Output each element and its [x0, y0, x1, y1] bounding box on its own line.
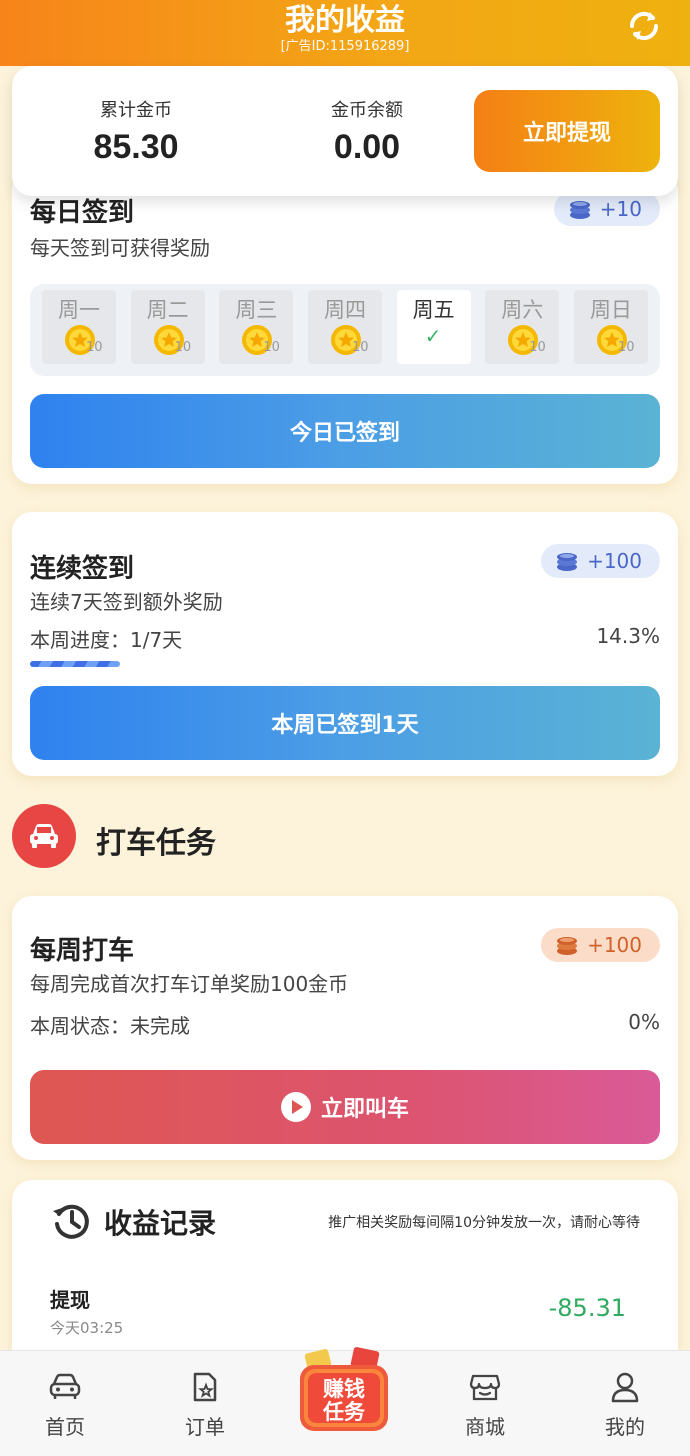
daily-reward-badge: +10 — [553, 192, 660, 226]
ad-id-label: [广告ID:115916289] — [280, 39, 410, 54]
continuous-sign-title: 连续签到 — [30, 554, 135, 584]
call-taxi-button[interactable]: 立即叫车 — [30, 1070, 660, 1144]
weekly-progress-percent: 14.3% — [596, 624, 660, 648]
coins-icon — [569, 201, 590, 219]
day-cell-tue[interactable]: 周二 10 — [130, 290, 205, 364]
records-title: 收益记录 — [104, 1207, 217, 1240]
day-cell-sat[interactable]: 周六 10 — [485, 290, 560, 364]
weekly-taxi-title: 每周打车 — [30, 936, 135, 966]
record-time: 今天03:25 — [50, 1319, 124, 1337]
weekly-taxi-card: 每周打车 每周完成首次打车订单奖励100金币 +100 本周状态：未完成 0% … — [12, 896, 678, 1160]
daily-sign-subtitle: 每天签到可获得奖励 — [30, 236, 210, 260]
play-icon — [280, 1092, 311, 1122]
weekly-progress-fill — [30, 661, 121, 667]
weekly-taxi-percent: 0% — [628, 1010, 660, 1034]
withdraw-button[interactable]: 立即提现 — [474, 90, 660, 172]
coin-balance-label: 金币余额 — [331, 100, 403, 121]
record-item: 提现 今天03:25 — [50, 1284, 123, 1338]
history-icon — [53, 1204, 89, 1239]
day-reward: 10 — [617, 340, 635, 355]
nav-orders-label: 订单 — [185, 1415, 225, 1439]
balance-card: 累计金币 85.30 金币余额 0.00 立即提现 — [12, 66, 678, 196]
continuous-reward-badge: +100 — [541, 544, 660, 578]
day-reward: 10 — [174, 340, 192, 355]
total-coins-stat: 累计金币 85.30 — [36, 96, 236, 167]
earn-tasks-badge-icon: 赚钱 任务 — [300, 1347, 388, 1431]
day-cell-wed[interactable]: 周三 10 — [219, 290, 294, 364]
weekly-taxi-status: 本周状态：未完成 — [30, 1014, 190, 1038]
daily-sign-card: 每日签到 每天签到可获得奖励 +10 周一 10 周二 10 周三 10 周四 — [12, 170, 678, 484]
signed-today-button[interactable]: 今日已签到 — [30, 394, 660, 468]
day-name: 周六 — [501, 298, 544, 322]
continuous-sign-card: 连续签到 连续7天签到额外奖励 +100 本周进度：1/7天 14.3% 本周已… — [12, 512, 678, 776]
page-title: 我的收益 — [285, 3, 405, 38]
day-reward: 10 — [351, 340, 369, 355]
weekly-signed-button[interactable]: 本周已签到1天 — [30, 686, 660, 760]
earn-tasks-label-line1: 赚钱 — [323, 1377, 365, 1401]
day-reward: 10 — [263, 340, 280, 355]
day-name: 周五 — [412, 298, 455, 322]
day-reward: 10 — [86, 340, 103, 355]
day-name: 周四 — [323, 298, 366, 322]
checkmark-icon: ✓ — [424, 324, 442, 348]
continuous-reward-value: +100 — [587, 549, 642, 573]
order-icon — [193, 1372, 217, 1402]
continuous-sign-subtitle: 连续7天签到额外奖励 — [30, 590, 223, 614]
nav-mine[interactable]: 我的 — [580, 1369, 670, 1440]
day-cell-sun[interactable]: 周日 10 — [573, 290, 648, 364]
call-taxi-label: 立即叫车 — [320, 1097, 409, 1122]
day-reward: 10 — [529, 340, 546, 355]
record-amount: -85.31 — [548, 1294, 626, 1322]
record-name: 提现 — [50, 1288, 90, 1312]
earn-tasks-label-line2: 任务 — [322, 1400, 366, 1424]
car-nav-icon — [49, 1373, 81, 1399]
nav-mall[interactable]: 商城 — [440, 1369, 530, 1440]
day-name: 周日 — [589, 298, 632, 322]
car-icon — [12, 804, 76, 868]
daily-reward-value: +10 — [599, 197, 642, 221]
day-cell-thu[interactable]: 周四 10 — [307, 290, 382, 364]
coins-icon — [557, 553, 578, 571]
total-coins-value: 85.30 — [93, 128, 179, 166]
nav-home-label: 首页 — [45, 1415, 85, 1439]
daily-sign-title: 每日签到 — [30, 198, 135, 228]
bottom-nav: 首页 订单 赚钱 任务 商城 我的 — [0, 1347, 690, 1456]
day-name: 周二 — [146, 298, 189, 322]
user-icon — [611, 1372, 639, 1403]
weekly-taxi-subtitle: 每周完成首次打车订单奖励100金币 — [30, 972, 349, 996]
nav-orders[interactable]: 订单 — [160, 1369, 250, 1440]
week-days-row: 周一 10 周二 10 周三 10 周四 10 周五 ✓ 周六 10 周日 10 — [30, 284, 660, 376]
app-header: 我的收益 [广告ID:115916289] — [0, 0, 690, 66]
refresh-icon[interactable] — [624, 6, 664, 46]
coin-balance-stat: 金币余额 0.00 — [267, 96, 467, 167]
day-cell-fri[interactable]: 周五 ✓ — [396, 290, 471, 364]
weekly-progress-bar — [30, 661, 660, 667]
nav-mall-label: 商城 — [465, 1415, 505, 1439]
nav-mine-label: 我的 — [605, 1415, 645, 1439]
nav-earn-tasks[interactable]: 赚钱 任务 — [292, 1347, 396, 1439]
weekly-progress-label: 本周进度：1/7天 — [30, 628, 183, 652]
coin-balance-value: 0.00 — [333, 128, 401, 166]
coins-icon — [557, 937, 578, 955]
taxi-reward-value: +100 — [587, 933, 642, 957]
day-name: 周一 — [58, 298, 100, 322]
taxi-reward-badge: +100 — [541, 928, 660, 962]
day-cell-mon[interactable]: 周一 10 — [42, 290, 116, 364]
taxi-section-title: 打车任务 — [96, 826, 216, 861]
nav-home[interactable]: 首页 — [20, 1369, 110, 1440]
records-note: 推广相关奖励每间隔10分钟发放一次，请耐心等待 — [328, 1215, 640, 1231]
day-name: 周三 — [235, 298, 278, 322]
total-coins-label: 累计金币 — [100, 100, 172, 121]
store-icon — [469, 1374, 501, 1401]
